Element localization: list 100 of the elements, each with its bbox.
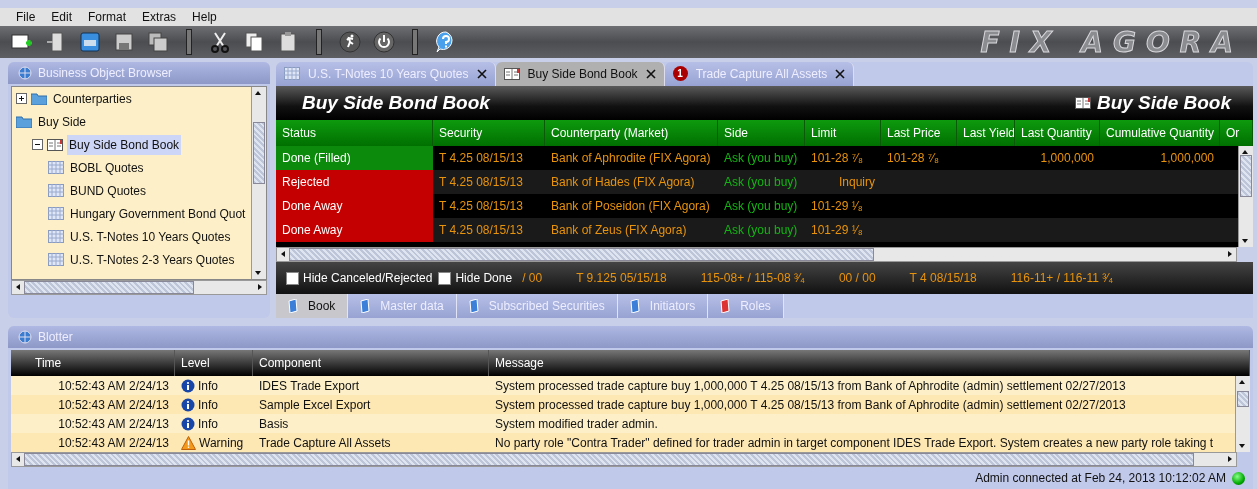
table-cell-text: 101-28 ⁷⁄₈ bbox=[886, 149, 941, 167]
globe-icon bbox=[18, 330, 32, 344]
tree-item[interactable]: U.S. T-Notes 2-3 Years Quotes bbox=[68, 249, 237, 270]
column-header[interactable]: Last Yield bbox=[957, 119, 1015, 146]
scrollbar[interactable] bbox=[11, 452, 1237, 467]
table-icon bbox=[48, 161, 64, 174]
table-cell-text: 1,000,000 bbox=[1039, 149, 1095, 167]
column-header[interactable]: Last Price bbox=[881, 119, 957, 146]
table-icon bbox=[48, 184, 64, 197]
tree-item[interactable]: U.S. T-Notes 10 Years Quotes bbox=[68, 226, 233, 247]
book-subtitle: Buy Side Book bbox=[1096, 91, 1231, 114]
column-header[interactable]: Cumulative Quantity bbox=[1100, 119, 1220, 146]
view-tab[interactable]: Book bbox=[276, 294, 349, 318]
table-cell-text: 10:52:43 AM 2/24/13 bbox=[57, 396, 170, 414]
scrollbar[interactable] bbox=[1238, 145, 1253, 248]
info-icon bbox=[181, 416, 195, 431]
table-cell-text: IDES Trade Export bbox=[258, 377, 361, 395]
tree-item[interactable]: BUND Quotes bbox=[68, 180, 149, 201]
book-icon bbox=[1074, 96, 1091, 109]
level-text: Info bbox=[198, 416, 218, 431]
column-header[interactable]: Or bbox=[1220, 119, 1253, 146]
scrollbar[interactable] bbox=[251, 87, 266, 279]
column-header[interactable]: Status bbox=[276, 119, 433, 146]
level-text: Info bbox=[198, 378, 218, 393]
table-cell-text: System processed trade capture buy 1,000,000 T 4.25 08/15/13 from Bank of Aphrodite (admin) settlement 02/27/2013 bbox=[494, 396, 1127, 414]
column-header[interactable]: Last Quantity bbox=[1015, 119, 1100, 146]
table-cell-text: 1,000,000 bbox=[1159, 149, 1215, 167]
save-all-icon[interactable] bbox=[146, 30, 170, 54]
scrollbar[interactable] bbox=[1235, 376, 1250, 452]
scroll-thumb[interactable] bbox=[1240, 155, 1252, 198]
collapse-toggle[interactable] bbox=[32, 139, 43, 150]
scroll-thumb[interactable] bbox=[253, 122, 265, 184]
column-header[interactable]: Limit bbox=[805, 119, 881, 146]
folder-icon bbox=[31, 92, 47, 105]
column-header[interactable]: Counterparty (Market) bbox=[545, 119, 718, 146]
table-icon bbox=[48, 253, 64, 266]
scroll-thumb[interactable] bbox=[1237, 391, 1249, 407]
filter-checkbox[interactable]: Hide Canceled/Rejected bbox=[286, 271, 433, 286]
menu-item[interactable]: File bbox=[8, 10, 44, 24]
info-icon bbox=[181, 397, 195, 412]
panel-title: Business Object Browser bbox=[38, 66, 173, 80]
filter-checkbox[interactable]: Hide Done bbox=[438, 271, 513, 286]
table-cell-text: Ask (you buy) bbox=[723, 197, 799, 215]
status-cell: Done Away bbox=[276, 193, 433, 218]
column-header[interactable]: Security bbox=[433, 119, 545, 146]
panel-title: Blotter bbox=[38, 330, 73, 344]
table-cell-text: Bank of Poseidon (FIX Agora) bbox=[550, 197, 711, 215]
ticker-text: T 4 08/15/18 bbox=[909, 271, 977, 286]
status-cell: Rejected bbox=[276, 169, 433, 194]
ticker-text: 116-11+ / 116-11 ³⁄₄ bbox=[1010, 271, 1114, 286]
table-icon bbox=[48, 230, 64, 243]
document-tab[interactable]: 1 Trade Capture All Assets bbox=[664, 62, 855, 86]
ticker-text: / 00 bbox=[522, 271, 543, 286]
runner-icon[interactable] bbox=[338, 30, 362, 54]
close-icon[interactable] bbox=[835, 68, 846, 79]
document-icon bbox=[360, 299, 371, 314]
tree-item[interactable]: Hungary Government Bond Quot bbox=[68, 203, 248, 224]
table-cell-text: 101-29 ¹⁄₈ bbox=[810, 197, 864, 215]
menu-item[interactable]: Edit bbox=[43, 10, 81, 24]
scrollbar[interactable] bbox=[276, 247, 1237, 263]
close-icon[interactable] bbox=[645, 68, 656, 79]
scrollbar[interactable] bbox=[11, 280, 267, 295]
scroll-thumb[interactable] bbox=[289, 248, 874, 262]
menu-item[interactable]: Format bbox=[80, 10, 135, 24]
table-cell-text: Inquiry bbox=[837, 173, 876, 191]
warning-icon bbox=[181, 435, 196, 450]
scroll-thumb[interactable] bbox=[24, 281, 194, 294]
toolbar-separator bbox=[412, 29, 418, 55]
cut-icon[interactable] bbox=[208, 30, 232, 54]
tree-item[interactable]: BOBL Quotes bbox=[68, 157, 146, 178]
menu-item[interactable]: Extras bbox=[134, 10, 185, 24]
tree-item[interactable]: Buy Side bbox=[36, 111, 89, 132]
table-cell-text: Sample Excel Export bbox=[258, 396, 372, 414]
document-tab[interactable]: Buy Side Bond Book bbox=[495, 62, 665, 86]
table-cell-text: Bank of Hades (FIX Agora) bbox=[550, 173, 696, 191]
globe-icon bbox=[18, 66, 32, 80]
tree-item[interactable]: Counterparties bbox=[51, 88, 134, 109]
folder-icon bbox=[16, 115, 32, 128]
level-text: Info bbox=[198, 397, 218, 412]
power-icon[interactable] bbox=[372, 30, 396, 54]
logo: FIX AGORA bbox=[980, 25, 1243, 59]
menu-item[interactable]: Help bbox=[184, 10, 225, 24]
toolbar-separator bbox=[186, 29, 192, 55]
table-cell-text: System processed trade capture buy 1,000,000 T 4.25 08/15/13 from Bank of Aphrodite (admin) settlement 02/27/2013 bbox=[494, 377, 1127, 395]
tree-item[interactable]: Buy Side Bond Book bbox=[67, 134, 182, 155]
table-cell-text: T 4.25 08/15/13 bbox=[438, 197, 524, 215]
expand-toggle[interactable] bbox=[16, 93, 27, 104]
table-cell-text: 101-29 ¹⁄₈ bbox=[810, 221, 864, 239]
table-cell-text: 10:52:43 AM 2/24/13 bbox=[57, 434, 170, 452]
column-header[interactable]: Side bbox=[718, 119, 805, 146]
document-icon bbox=[720, 299, 731, 314]
scroll-thumb[interactable] bbox=[24, 453, 1194, 466]
table-cell-text: Bank of Aphrodite (FIX Agora) bbox=[550, 149, 712, 167]
toolbar-separator bbox=[316, 29, 322, 55]
table-cell-text: Bank of Zeus (FIX Agora) bbox=[550, 221, 688, 239]
close-icon[interactable] bbox=[476, 68, 487, 79]
table-cell-text: Ask (you buy) bbox=[723, 221, 799, 239]
table-cell-text: Trade Capture All Assets bbox=[258, 434, 392, 452]
save-icon[interactable] bbox=[112, 30, 136, 54]
table-cell-text: 101-28 ⁷⁄₈ bbox=[810, 149, 865, 167]
